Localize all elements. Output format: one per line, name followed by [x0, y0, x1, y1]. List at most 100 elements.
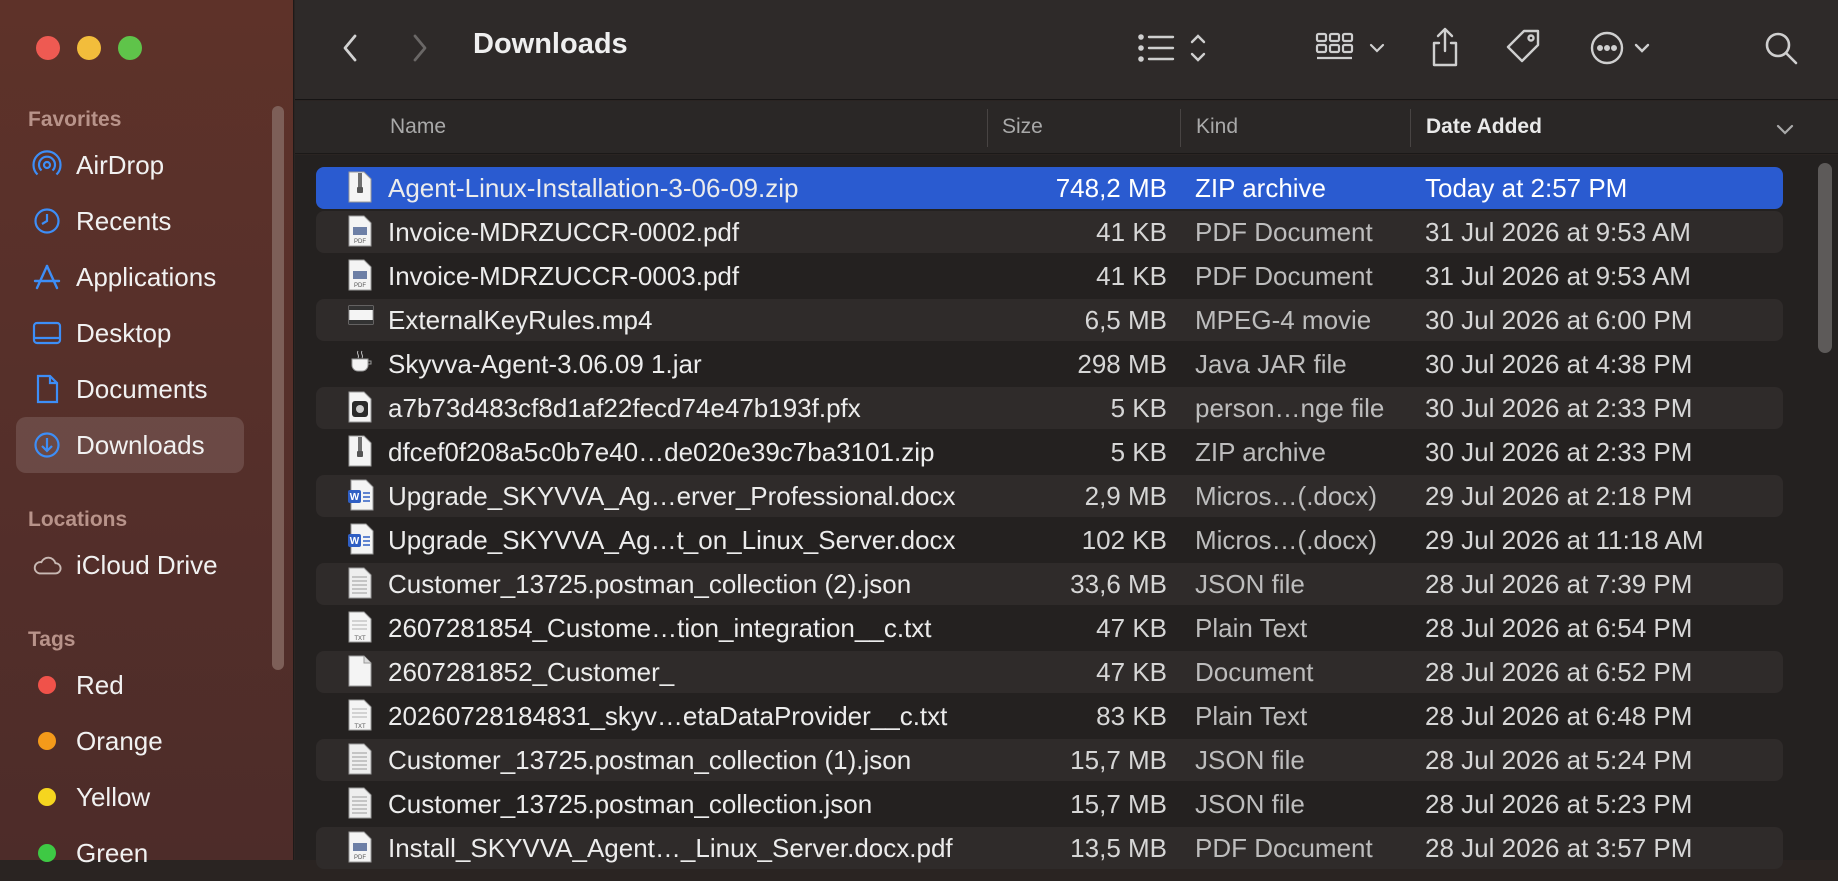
file-date-added: 31 Jul 2026 at 9:53 AM	[1425, 217, 1691, 247]
sidebar-item-documents[interactable]: Documents	[16, 361, 244, 417]
applications-icon	[32, 262, 62, 292]
file-kind: Plain Text	[1195, 613, 1308, 643]
file-name: Install_SKYVVA_Agent…_Linux_Server.docx.…	[388, 833, 953, 863]
minimize-window-button[interactable]	[77, 36, 101, 60]
file-date-added: 29 Jul 2026 at 11:18 AM	[1425, 525, 1704, 555]
file-date-added: 30 Jul 2026 at 4:38 PM	[1425, 349, 1693, 379]
sidebar-item-label: Green	[76, 837, 149, 868]
sidebar-item-label: Desktop	[76, 317, 172, 348]
forward-button[interactable]	[405, 30, 435, 66]
file-date-added: 31 Jul 2026 at 9:53 AM	[1425, 261, 1691, 291]
file-row[interactable]: dfcef0f208a5c0b7e40…de020e39c7ba3101.zip…	[316, 431, 1783, 473]
file-row[interactable]: Customer_13725.postman_collection (1).js…	[316, 739, 1783, 781]
file-date-added: 28 Jul 2026 at 6:52 PM	[1425, 657, 1693, 687]
file-size: 15,7 MB	[1070, 745, 1167, 775]
file-row[interactable]: Customer_13725.postman_collection.json 15…	[316, 783, 1783, 825]
sidebar-scrollbar[interactable]	[272, 106, 284, 670]
file-row[interactable]: ExternalKeyRules.mp4 6,5 MB MPEG-4 movie 30…	[316, 299, 1783, 341]
file-size: 47 KB	[1096, 613, 1167, 643]
blank-file-icon	[348, 655, 372, 687]
view-options-button[interactable]	[1137, 28, 1215, 68]
file-row[interactable]: W Upgrade_SKYVVA_Ag…t_on_Linux_Server.doc…	[316, 519, 1783, 561]
search-icon	[1765, 32, 1798, 65]
file-name: Invoice-MDRZUCCR-0003.pdf	[388, 261, 740, 291]
column-date-added[interactable]: Date Added	[1426, 115, 1542, 139]
file-row[interactable]: Skyvva-Agent-3.06.09 1.jar 298 MB Java JAR…	[316, 343, 1783, 385]
tags-button[interactable]	[1503, 26, 1543, 68]
file-date-added: 28 Jul 2026 at 7:39 PM	[1425, 569, 1693, 599]
column-divider[interactable]	[1180, 109, 1181, 147]
file-size: 41 KB	[1096, 217, 1167, 247]
cloud-icon	[32, 550, 62, 580]
sidebar-tag-yellow[interactable]: Yellow	[16, 769, 244, 825]
file-name: dfcef0f208a5c0b7e40…de020e39c7ba3101.zip	[388, 437, 935, 467]
word-file-icon: W	[348, 523, 374, 555]
sidebar-item-applications[interactable]: Applications	[16, 249, 244, 305]
file-list-scrollbar[interactable]	[1818, 163, 1832, 353]
file-row[interactable]: PDF Install_SKYVVA_Agent…_Linux_Server.do…	[316, 827, 1783, 869]
window-title: Downloads	[473, 28, 628, 60]
file-size: 6,5 MB	[1084, 305, 1167, 335]
file-row[interactable]: TXT 2607281854_Custome…tion_integration__…	[316, 607, 1783, 649]
file-kind: Document	[1195, 657, 1314, 687]
toolbar: Downloads	[295, 0, 1838, 100]
file-row[interactable]: 2607281852_Customer_ 47 KB Document 28 Jul …	[316, 651, 1783, 693]
download-icon	[32, 430, 62, 460]
file-row[interactable]: PDF Invoice-MDRZUCCR-0002.pdf 41 KB PDF Doc…	[316, 211, 1783, 253]
sidebar-item-downloads[interactable]: Downloads	[16, 417, 244, 473]
file-name: Customer_13725.postman_collection.json	[388, 789, 873, 819]
file-name: Invoice-MDRZUCCR-0002.pdf	[388, 217, 740, 247]
more-actions-button[interactable]	[1589, 28, 1659, 68]
column-kind[interactable]: Kind	[1196, 115, 1238, 139]
grid-group-icon	[1315, 32, 1385, 60]
file-row[interactable]: PDF Invoice-MDRZUCCR-0003.pdf 41 KB PDF Doc…	[316, 255, 1783, 297]
orange-tag-dot	[38, 732, 56, 750]
group-by-button[interactable]	[1315, 28, 1389, 68]
file-kind: PDF Document	[1195, 217, 1373, 247]
file-name: 2607281852_Customer_	[388, 657, 675, 687]
file-date-added: 30 Jul 2026 at 6:00 PM	[1425, 305, 1693, 335]
sidebar-tag-orange[interactable]: Orange	[16, 713, 244, 769]
column-name[interactable]: Name	[390, 115, 446, 139]
file-row[interactable]: Customer_13725.postman_collection (2).js…	[316, 563, 1783, 605]
svg-text:W: W	[350, 536, 360, 547]
zoom-window-button[interactable]	[118, 36, 142, 60]
back-button[interactable]	[335, 30, 365, 66]
sort-chevron-down-icon[interactable]	[1775, 119, 1795, 143]
file-date-added: Today at 2:57 PM	[1425, 173, 1628, 203]
word-file-icon: W	[348, 479, 374, 511]
column-size[interactable]: Size	[1002, 115, 1043, 139]
file-row[interactable]: Agent-Linux-Installation-3-06-09.zip 748,…	[316, 167, 1783, 209]
file-row[interactable]: TXT 20260728184831_skyv…etaDataProvider__…	[316, 695, 1783, 737]
file-date-added: 28 Jul 2026 at 6:54 PM	[1425, 613, 1693, 643]
file-name: Skyvva-Agent-3.06.09 1.jar	[388, 349, 702, 379]
json-file-icon	[348, 743, 372, 775]
sidebar-item-icloud-drive[interactable]: iCloud Drive	[16, 537, 244, 593]
text-file-icon: TXT	[348, 699, 372, 731]
green-tag-dot	[38, 844, 56, 862]
column-divider[interactable]	[987, 109, 988, 147]
sidebar-item-label: iCloud Drive	[76, 549, 218, 580]
column-divider[interactable]	[1410, 109, 1411, 147]
svg-text:PDF: PDF	[354, 855, 366, 861]
locations-heading: Locations	[28, 508, 128, 531]
svg-text:PDF: PDF	[354, 239, 366, 245]
sidebar-item-label: Yellow	[76, 781, 151, 812]
sidebar-tag-red[interactable]: Red	[16, 657, 244, 713]
close-window-button[interactable]	[36, 36, 60, 60]
search-button[interactable]	[1761, 28, 1801, 68]
sidebar-item-desktop[interactable]: Desktop	[16, 305, 244, 361]
sidebar-tag-green[interactable]: Green	[16, 825, 244, 881]
document-icon	[32, 374, 62, 404]
pdf-file-icon: PDF	[348, 259, 372, 291]
file-kind: JSON file	[1195, 569, 1305, 599]
svg-text:PDF: PDF	[354, 283, 366, 289]
file-kind: PDF Document	[1195, 833, 1373, 863]
file-size: 83 KB	[1096, 701, 1167, 731]
file-row[interactable]: a7b73d483cf8d1af22fecd74e47b193f.pfx 5 KB…	[316, 387, 1783, 429]
sidebar-item-recents[interactable]: Recents	[16, 193, 244, 249]
file-date-added: 28 Jul 2026 at 6:48 PM	[1425, 701, 1693, 731]
sidebar-item-airdrop[interactable]: AirDrop	[16, 137, 244, 193]
file-row[interactable]: W Upgrade_SKYVVA_Ag…erver_Professional.do…	[316, 475, 1783, 517]
share-button[interactable]	[1427, 24, 1463, 70]
